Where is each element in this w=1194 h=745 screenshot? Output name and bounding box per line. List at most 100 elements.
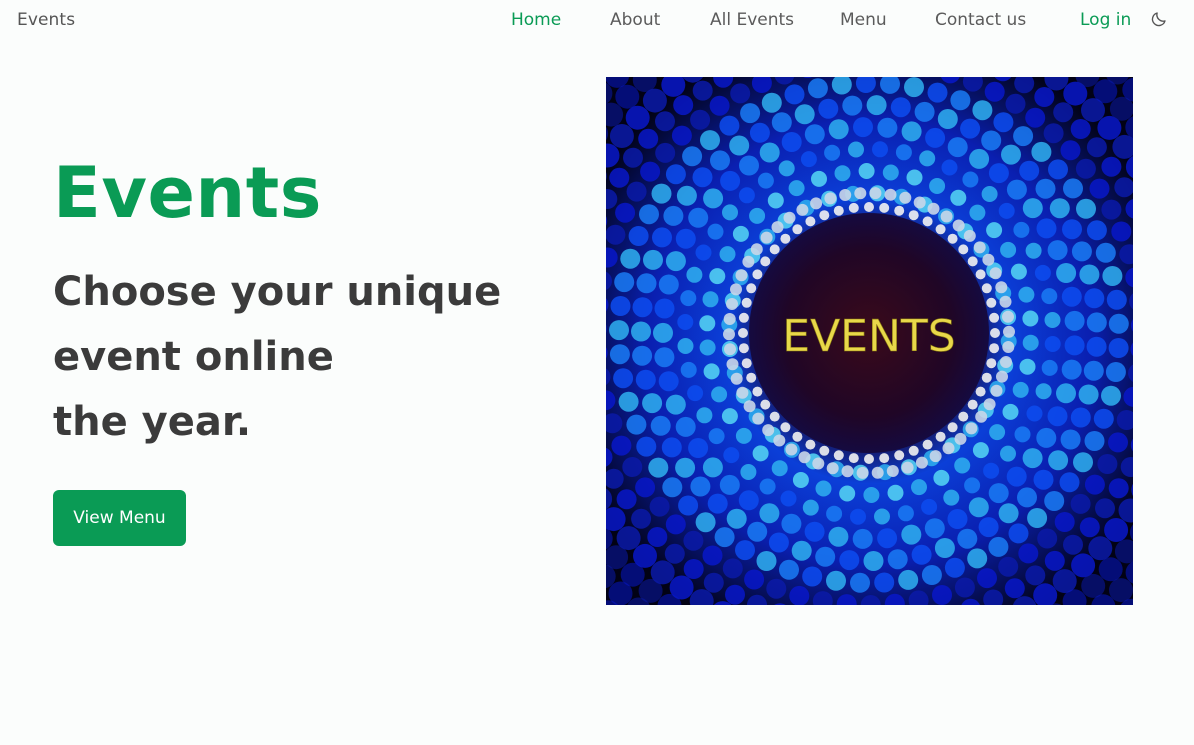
sparkle-dot bbox=[908, 445, 919, 456]
bokeh-dot bbox=[839, 485, 856, 502]
bokeh-dot bbox=[610, 296, 631, 316]
bokeh-dot bbox=[719, 246, 736, 263]
bokeh-dot bbox=[744, 569, 765, 590]
bokeh-dot bbox=[1048, 159, 1068, 180]
bokeh-dot bbox=[631, 321, 651, 342]
sparkle-dot bbox=[780, 233, 791, 244]
bokeh-dot bbox=[756, 551, 777, 571]
bokeh-dot bbox=[650, 415, 671, 436]
bokeh-dot bbox=[1089, 178, 1110, 199]
bokeh-dot bbox=[967, 548, 988, 569]
sparkle-dot bbox=[762, 424, 775, 437]
bokeh-dot bbox=[671, 125, 692, 146]
sparkle-dot bbox=[735, 269, 748, 282]
bokeh-dot bbox=[719, 474, 740, 495]
bokeh-dot bbox=[978, 517, 999, 538]
bokeh-dot bbox=[1075, 158, 1096, 179]
top-navbar: Events Home About All Events Menu Contac… bbox=[0, 0, 1194, 42]
sparkle-dot bbox=[935, 224, 946, 235]
bokeh-dot bbox=[662, 477, 683, 498]
bokeh-dot bbox=[680, 290, 697, 307]
sparkle-dot bbox=[723, 313, 736, 325]
bokeh-dot bbox=[622, 457, 643, 477]
nav-about-link[interactable]: About bbox=[610, 10, 660, 30]
sparkle-dot bbox=[947, 422, 958, 433]
bokeh-dot bbox=[998, 503, 1019, 524]
bokeh-dot bbox=[778, 160, 795, 177]
sparkle-dot bbox=[990, 328, 1000, 338]
bokeh-dot bbox=[848, 141, 864, 158]
bokeh-dot bbox=[683, 559, 704, 579]
bokeh-dot bbox=[983, 462, 1000, 479]
bokeh-dot bbox=[1078, 384, 1099, 405]
bokeh-dot bbox=[721, 408, 738, 425]
bokeh-dot bbox=[626, 181, 647, 202]
bokeh-dot bbox=[962, 171, 979, 188]
sparkle-dot bbox=[894, 450, 905, 461]
view-menu-button[interactable]: View Menu bbox=[53, 490, 186, 546]
bokeh-dot bbox=[887, 484, 904, 501]
bokeh-dot bbox=[703, 572, 724, 593]
bokeh-dot bbox=[1056, 383, 1076, 404]
nav-contact-link[interactable]: Contact us bbox=[935, 10, 1026, 30]
bokeh-dot bbox=[759, 478, 776, 495]
bokeh-dot bbox=[919, 150, 936, 167]
bokeh-dot bbox=[1102, 266, 1123, 286]
bokeh-dot bbox=[882, 164, 899, 181]
bokeh-dot bbox=[877, 528, 898, 549]
sparkle-dot bbox=[879, 202, 890, 213]
bokeh-dot bbox=[1022, 198, 1043, 219]
sparkle-dot bbox=[741, 358, 752, 369]
bokeh-dot bbox=[1084, 474, 1105, 495]
nav-home-link[interactable]: Home bbox=[511, 10, 561, 30]
bokeh-dot bbox=[615, 202, 636, 223]
bokeh-dot bbox=[611, 435, 632, 456]
bokeh-dot bbox=[858, 163, 875, 179]
bokeh-dot bbox=[1034, 264, 1051, 281]
sparkle-dot bbox=[773, 434, 786, 447]
bokeh-dot bbox=[703, 363, 720, 380]
bokeh-dot bbox=[1095, 242, 1116, 263]
bokeh-dot bbox=[1053, 102, 1074, 123]
bokeh-dot bbox=[1084, 288, 1105, 309]
bokeh-dot bbox=[675, 457, 696, 478]
bokeh-dot bbox=[665, 514, 686, 535]
bokeh-dot bbox=[631, 508, 652, 529]
theme-toggle-button[interactable] bbox=[1150, 10, 1168, 28]
bokeh-dot bbox=[740, 464, 757, 480]
bokeh-dot bbox=[1101, 199, 1122, 220]
bokeh-dot bbox=[665, 394, 686, 415]
sparkle-dot bbox=[894, 205, 905, 216]
nav-menu-link[interactable]: Menu bbox=[840, 10, 887, 30]
bokeh-dot bbox=[1079, 264, 1100, 285]
sparkle-dot bbox=[783, 211, 796, 224]
bokeh-dot bbox=[1008, 523, 1029, 544]
sparkle-dot bbox=[947, 233, 958, 244]
login-link[interactable]: Log in bbox=[1080, 10, 1131, 30]
bokeh-dot bbox=[722, 558, 743, 579]
bokeh-dot bbox=[932, 585, 952, 605]
bokeh-dot bbox=[779, 559, 799, 580]
bokeh-dot bbox=[676, 185, 697, 206]
bokeh-dot bbox=[695, 244, 712, 261]
sparkle-dot bbox=[975, 386, 986, 397]
bokeh-dot bbox=[1031, 141, 1052, 162]
sparkle-dot bbox=[746, 372, 757, 383]
sparkle-dot bbox=[963, 229, 976, 242]
bokeh-dot bbox=[1006, 466, 1027, 487]
bokeh-dot bbox=[749, 207, 766, 224]
bokeh-dot bbox=[1035, 383, 1052, 400]
bokeh-dot bbox=[752, 445, 769, 462]
nav-all-events-link[interactable]: All Events bbox=[710, 10, 794, 30]
bokeh-dot bbox=[1019, 160, 1040, 181]
bokeh-dot bbox=[692, 80, 713, 101]
bokeh-dot bbox=[842, 95, 863, 116]
sparkle-dot bbox=[929, 450, 942, 463]
bokeh-dot bbox=[626, 414, 647, 435]
bokeh-dot bbox=[628, 226, 649, 246]
bokeh-dot bbox=[874, 508, 890, 525]
bokeh-dot bbox=[890, 97, 911, 118]
sparkle-dot bbox=[989, 267, 1002, 280]
sparkle-dot bbox=[738, 343, 749, 354]
bokeh-dot bbox=[723, 447, 740, 464]
